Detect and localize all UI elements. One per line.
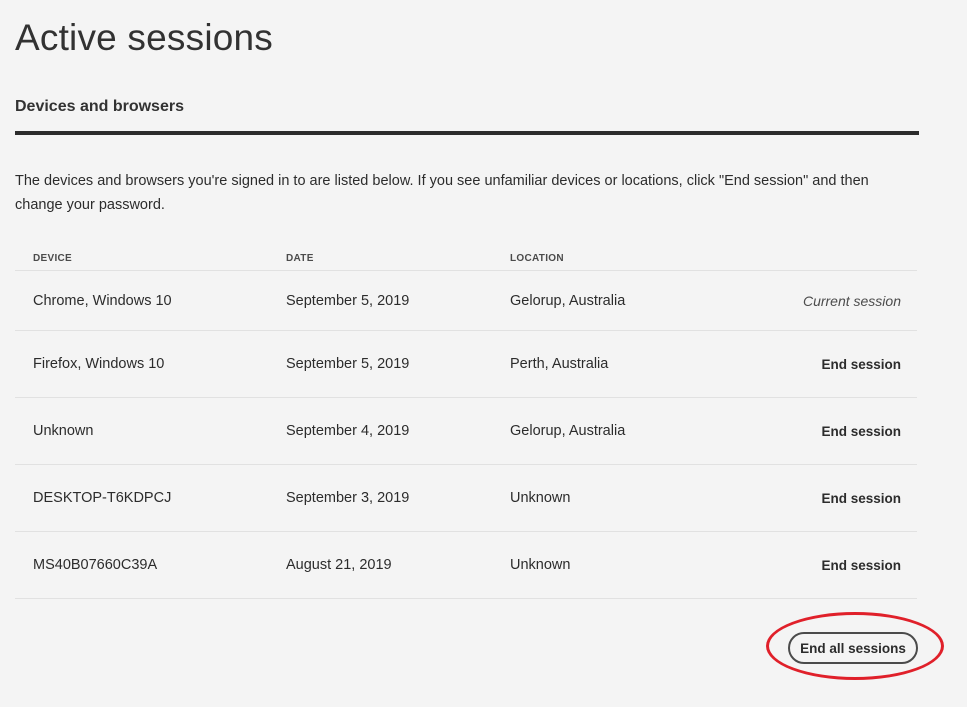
column-header-location: LOCATION (510, 252, 564, 264)
date-cell: September 5, 2019 (286, 356, 410, 372)
date-cell: August 21, 2019 (286, 557, 392, 573)
table-row: MS40B07660C39A August 21, 2019 Unknown E… (15, 532, 917, 599)
device-cell: MS40B07660C39A (33, 557, 158, 573)
section-heading: Devices and browsers (15, 98, 184, 115)
end-session-button[interactable]: End session (821, 331, 901, 397)
end-all-sessions-button[interactable]: End all sessions (788, 632, 918, 664)
table-row: Unknown September 4, 2019 Gelorup, Austr… (15, 398, 917, 465)
end-session-button[interactable]: End session (821, 532, 901, 598)
device-cell: Chrome, Windows 10 (33, 292, 172, 309)
column-header-date: DATE (286, 252, 314, 264)
location-cell: Unknown (510, 557, 571, 573)
page-title: Active sessions (15, 17, 273, 58)
column-header-device: DEVICE (33, 252, 73, 264)
table-row: DESKTOP-T6KDPCJ September 3, 2019 Unknow… (15, 465, 917, 532)
location-cell: Gelorup, Australia (510, 292, 626, 309)
device-cell: Unknown (33, 423, 94, 439)
table-header-row: DEVICE DATE LOCATION (15, 246, 917, 271)
location-cell: Gelorup, Australia (510, 423, 626, 439)
device-cell: Firefox, Windows 10 (33, 356, 165, 372)
location-cell: Perth, Australia (510, 356, 609, 372)
end-session-button[interactable]: End session (821, 398, 901, 464)
date-cell: September 5, 2019 (286, 292, 410, 309)
end-session-button[interactable]: End session (821, 465, 901, 531)
table-row: Chrome, Windows 10 September 5, 2019 Gel… (15, 271, 917, 331)
device-cell: DESKTOP-T6KDPCJ (33, 490, 172, 506)
intro-text: The devices and browsers you're signed i… (15, 173, 869, 213)
current-session-label: Current session (802, 292, 901, 309)
table-row: Firefox, Windows 10 September 5, 2019 Pe… (15, 331, 917, 398)
section-divider (15, 131, 919, 135)
location-cell: Unknown (510, 490, 571, 506)
sessions-table: DEVICE DATE LOCATION Chrome, Windows 10 … (15, 246, 917, 599)
date-cell: September 3, 2019 (286, 490, 410, 506)
active-sessions-page: Active sessions Devices and browsers The… (0, 0, 967, 707)
date-cell: September 4, 2019 (286, 423, 410, 439)
